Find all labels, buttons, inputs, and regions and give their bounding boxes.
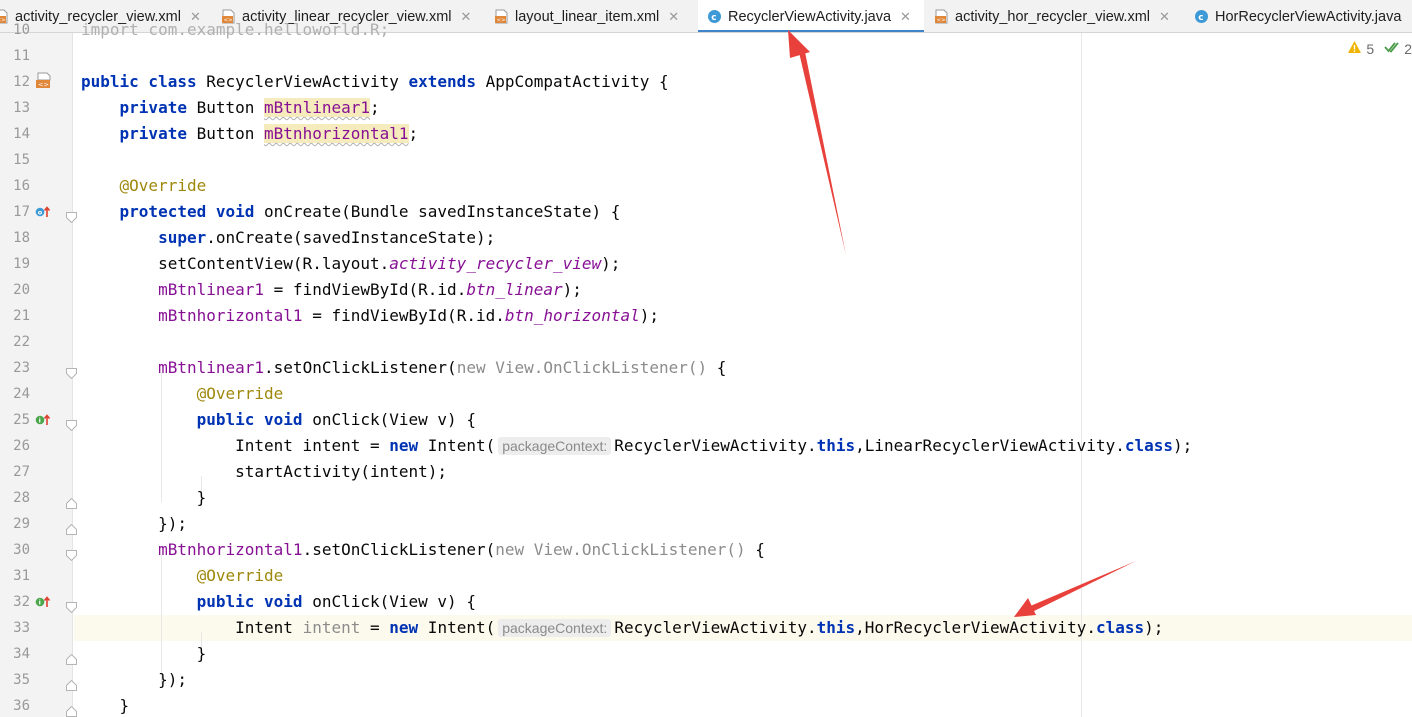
fold-collapse-icon[interactable] bbox=[66, 208, 77, 227]
code-line-26: Intent intent = new Intent(packageContex… bbox=[235, 436, 1193, 455]
code-line-21: mBtnhorizontal1 = findViewById(R.id.btn_… bbox=[158, 306, 659, 325]
line-number: 23 bbox=[13, 360, 30, 376]
parameter-hint: packageContext: bbox=[498, 619, 612, 637]
line-number: 16 bbox=[13, 178, 30, 194]
line-number: 25 bbox=[13, 412, 30, 428]
tab-activity-hor-recycler-view-xml[interactable]: <> activity_hor_recycler_view.xml ✕ bbox=[934, 0, 1170, 32]
code-line-16: @Override bbox=[119, 176, 207, 195]
code-line-34: } bbox=[196, 644, 207, 663]
ok-count: 2 bbox=[1404, 40, 1412, 57]
svg-text:<>: <> bbox=[937, 18, 947, 24]
line-number: 20 bbox=[13, 282, 30, 298]
code-line-33: Intent intent = new Intent(packageContex… bbox=[235, 618, 1164, 637]
line-number: 32 bbox=[13, 594, 30, 610]
code-line-27: startActivity(intent); bbox=[235, 462, 448, 481]
line-number: 12 bbox=[13, 74, 30, 90]
editor-gutter: 10 11 12 13 14 15 16 17 18 19 20 21 22 2… bbox=[0, 22, 77, 717]
svg-text:o: o bbox=[38, 209, 43, 217]
svg-text:c: c bbox=[711, 13, 716, 23]
code-line-30: mBtnhorizontal1.setOnClickListener(new V… bbox=[158, 540, 765, 559]
override-method-icon[interactable]: o bbox=[35, 204, 51, 223]
svg-text:<>: <> bbox=[497, 18, 507, 24]
svg-text:i: i bbox=[39, 417, 41, 425]
code-line-31: @Override bbox=[196, 566, 284, 585]
line-number: 29 bbox=[13, 516, 30, 532]
xml-layout-icon: <> bbox=[934, 9, 949, 24]
fold-expand-icon[interactable] bbox=[66, 650, 77, 669]
fold-expand-icon[interactable] bbox=[66, 494, 77, 513]
fold-collapse-icon[interactable] bbox=[66, 364, 77, 383]
fold-expand-icon[interactable] bbox=[66, 702, 77, 717]
close-icon[interactable]: ✕ bbox=[900, 9, 911, 25]
close-icon[interactable]: ✕ bbox=[668, 9, 679, 25]
line-number: 36 bbox=[13, 698, 30, 714]
code-line-19: setContentView(R.layout.activity_recycle… bbox=[158, 254, 621, 273]
layout-file-icon[interactable]: <> bbox=[35, 72, 53, 94]
line-number: 30 bbox=[13, 542, 30, 558]
line-number: 27 bbox=[13, 464, 30, 480]
implement-method-icon[interactable]: i bbox=[35, 594, 51, 613]
svg-text:i: i bbox=[39, 599, 41, 607]
line-number: 17 bbox=[13, 204, 30, 220]
line-number: 21 bbox=[13, 308, 30, 324]
warning-count: 5 bbox=[1366, 40, 1375, 57]
code-line-18: super.onCreate(savedInstanceState); bbox=[158, 228, 496, 247]
code-line-32: public void onClick(View v) { bbox=[196, 592, 476, 611]
svg-text:<>: <> bbox=[38, 81, 49, 89]
line-number: 14 bbox=[13, 126, 30, 142]
xml-layout-icon: <> bbox=[494, 9, 509, 24]
code-line-24: @Override bbox=[196, 384, 284, 403]
java-class-icon: c bbox=[1194, 9, 1209, 24]
code-line-23: mBtnlinear1.setOnClickListener(new View.… bbox=[158, 358, 727, 377]
close-icon[interactable]: ✕ bbox=[1159, 9, 1170, 25]
line-number: 22 bbox=[13, 334, 30, 350]
code-line-29: }); bbox=[158, 514, 187, 533]
java-class-icon: c bbox=[707, 9, 722, 24]
warning-icon bbox=[1347, 40, 1362, 57]
tab-label: HorRecyclerViewActivity.java bbox=[1215, 8, 1402, 25]
inspections-widget[interactable]: 5 2 bbox=[1347, 40, 1412, 57]
code-line-20: mBtnlinear1 = findViewById(R.id.btn_line… bbox=[158, 280, 582, 299]
line-number: 33 bbox=[13, 620, 30, 636]
code-line-12: public class RecyclerViewActivity extend… bbox=[81, 72, 669, 91]
code-line-17: protected void onCreate(Bundle savedInst… bbox=[119, 202, 621, 221]
parameter-hint: packageContext: bbox=[498, 437, 612, 455]
code-editor[interactable]: 10 11 12 13 14 15 16 17 18 19 20 21 22 2… bbox=[0, 20, 1412, 717]
tab-label: layout_linear_item.xml bbox=[515, 8, 660, 25]
code-line-28: } bbox=[196, 488, 207, 507]
line-number: 31 bbox=[13, 568, 30, 584]
code-line-35: }); bbox=[158, 670, 187, 689]
tab-label: RecyclerViewActivity.java bbox=[728, 8, 892, 25]
code-line-14: private Button mBtnhorizontal1; bbox=[119, 124, 419, 143]
line-number: 26 bbox=[13, 438, 30, 454]
code-line-13: private Button mBtnlinear1; bbox=[119, 98, 380, 117]
fold-collapse-icon[interactable] bbox=[66, 546, 77, 565]
line-number: 34 bbox=[13, 646, 30, 662]
double-check-icon bbox=[1384, 40, 1400, 57]
code-line-36: } bbox=[119, 696, 130, 715]
line-number: 28 bbox=[13, 490, 30, 506]
line-number: 24 bbox=[13, 386, 30, 402]
fold-collapse-icon[interactable] bbox=[66, 416, 77, 435]
line-number: 10 bbox=[13, 22, 30, 38]
code-line-10: import com.example.helloworld.R; bbox=[81, 20, 390, 39]
line-number: 15 bbox=[13, 152, 30, 168]
implement-method-icon[interactable]: i bbox=[35, 412, 51, 431]
line-number: 19 bbox=[13, 256, 30, 272]
tab-label: activity_hor_recycler_view.xml bbox=[955, 8, 1151, 25]
line-number: 35 bbox=[13, 672, 30, 688]
tab-horrecyclerviewactivity-java[interactable]: c HorRecyclerViewActivity.java bbox=[1194, 0, 1402, 32]
line-number: 13 bbox=[13, 100, 30, 116]
fold-expand-icon[interactable] bbox=[66, 676, 77, 695]
line-number: 18 bbox=[13, 230, 30, 246]
close-icon[interactable]: ✕ bbox=[461, 9, 472, 25]
line-number: 11 bbox=[13, 48, 30, 64]
svg-text:c: c bbox=[1198, 13, 1203, 23]
fold-expand-icon[interactable] bbox=[66, 520, 77, 539]
tab-recyclerviewactivity-java[interactable]: c RecyclerViewActivity.java ✕ bbox=[698, 0, 924, 32]
code-line-25: public void onClick(View v) { bbox=[196, 410, 476, 429]
tab-layout-linear-item-xml[interactable]: <> layout_linear_item.xml ✕ bbox=[494, 0, 679, 32]
